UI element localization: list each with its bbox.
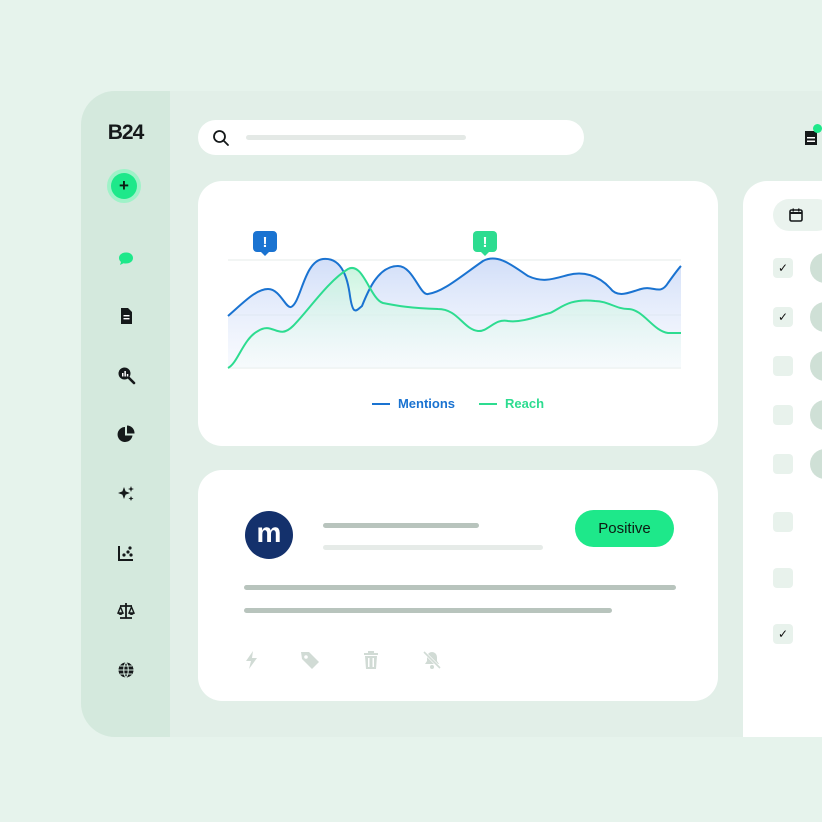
logo: B24: [107, 121, 145, 144]
legend-item-mentions[interactable]: Mentions: [371, 396, 456, 411]
content-line: [244, 585, 676, 590]
sentiment-label: Positive: [598, 520, 651, 537]
chart-card: ! ! Mentions Reach: [198, 181, 718, 446]
avatar: m: [245, 511, 293, 559]
search-icon: [213, 130, 229, 146]
mute-icon: [422, 650, 442, 670]
search-placeholder: [246, 135, 466, 140]
search-input[interactable]: [198, 120, 584, 155]
mention-card[interactable]: m Positive: [198, 470, 718, 701]
legend-swatch: [479, 402, 498, 405]
check-icon: ✓: [777, 310, 789, 324]
sidebar-item-compare[interactable]: [113, 598, 139, 624]
sentiment-badge[interactable]: Positive: [575, 510, 674, 547]
chat-icon: [119, 252, 133, 265]
author-meta-placeholder: [323, 545, 543, 550]
source-avatar: [810, 302, 822, 332]
trash-icon: [364, 651, 378, 669]
mentions-reach-chart: ! !: [227, 231, 682, 369]
notification-dot: [813, 124, 822, 133]
filter-checkbox[interactable]: [773, 568, 793, 588]
chart-legend: Mentions Reach: [198, 396, 718, 411]
sidebar-item-global[interactable]: [113, 657, 139, 683]
legend-label: Mentions: [397, 396, 456, 411]
avatar-letter: m: [256, 516, 282, 548]
filter-checkbox[interactable]: ✓: [773, 307, 793, 327]
source-avatar: [810, 400, 822, 430]
content-line: [244, 608, 612, 613]
sidebar-item-reports[interactable]: [113, 421, 139, 447]
legend-swatch: [371, 402, 390, 405]
pie-chart-icon: [117, 425, 135, 442]
filter-panel: ✓ ✓ ✓: [743, 181, 822, 737]
lightning-icon: [246, 651, 257, 669]
filter-checkbox[interactable]: [773, 512, 793, 532]
sidebar: B24 +: [81, 91, 170, 737]
source-avatar: [810, 449, 822, 479]
check-icon: ✓: [777, 261, 789, 275]
date-filter[interactable]: [773, 199, 822, 231]
tag-button[interactable]: [299, 649, 321, 671]
source-avatar: [810, 351, 822, 381]
sidebar-item-chat[interactable]: [113, 246, 139, 272]
delete-button[interactable]: [360, 649, 382, 671]
source-avatar: [810, 253, 822, 283]
filter-checkbox[interactable]: [773, 356, 793, 376]
sidebar-item-ai[interactable]: [113, 481, 139, 507]
scales-icon: [116, 603, 136, 619]
filter-checkbox[interactable]: [773, 405, 793, 425]
alert-icon: !: [263, 234, 268, 251]
legend-item-reach[interactable]: Reach: [479, 396, 544, 411]
filter-checkbox[interactable]: [773, 454, 793, 474]
scatter-chart-icon: [118, 546, 133, 561]
notifications-button[interactable]: [803, 124, 822, 151]
mentions-alert-marker[interactable]: !: [253, 231, 277, 256]
plus-icon: +: [119, 176, 129, 195]
sidebar-item-analytics[interactable]: [113, 540, 139, 566]
filter-checkbox[interactable]: ✓: [773, 624, 793, 644]
mute-button[interactable]: [421, 649, 443, 671]
add-button[interactable]: +: [111, 173, 137, 199]
filter-checkbox[interactable]: ✓: [773, 258, 793, 278]
alert-icon: !: [483, 234, 488, 251]
boost-button[interactable]: [241, 649, 263, 671]
sidebar-item-documents[interactable]: [113, 303, 139, 329]
search-analytics-icon: [118, 367, 136, 385]
document-icon: [121, 308, 132, 324]
legend-label: Reach: [505, 396, 545, 411]
app-window: B24 + ! ! Mentions Reach m Positive ✓ ✓ …: [81, 91, 822, 737]
globe-icon: [118, 662, 134, 678]
author-name-placeholder: [323, 523, 479, 528]
sidebar-item-search-analytics[interactable]: [113, 362, 139, 388]
sparkles-icon: [118, 486, 134, 501]
check-icon: ✓: [777, 627, 789, 641]
reach-alert-marker[interactable]: !: [473, 231, 497, 256]
tag-icon: [301, 652, 319, 669]
calendar-icon: [789, 208, 803, 222]
